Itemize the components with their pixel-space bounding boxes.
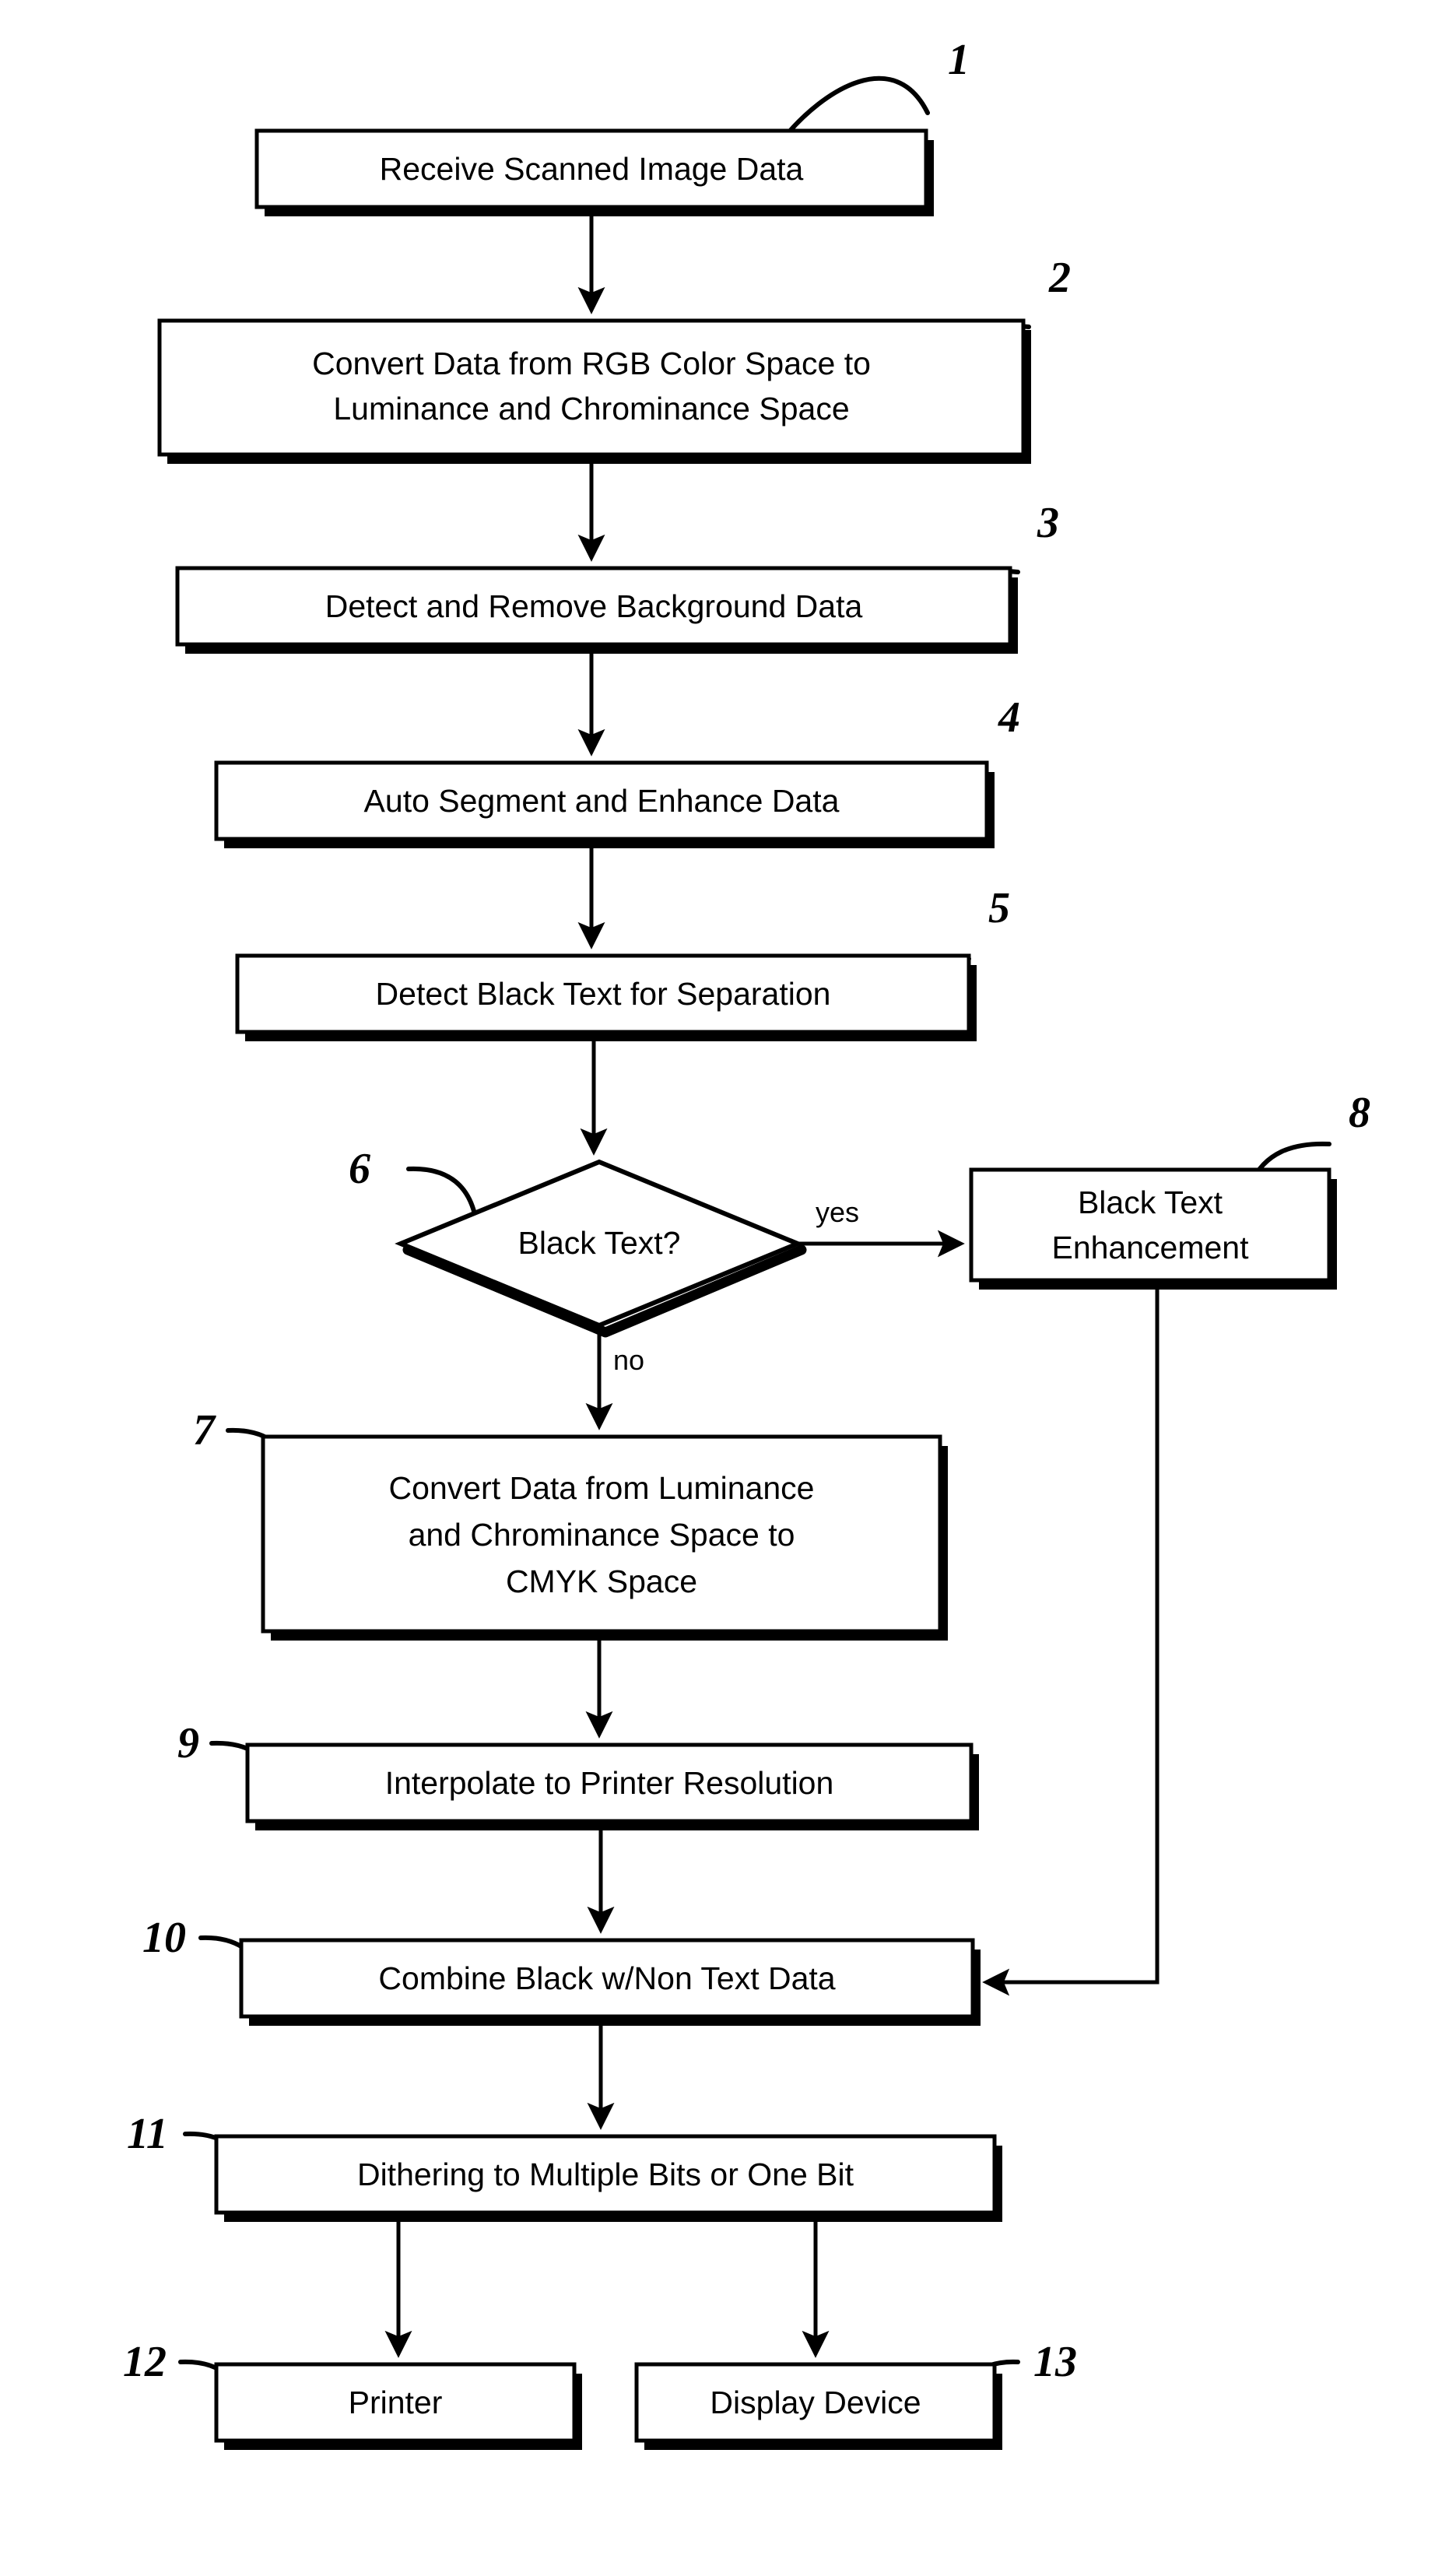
node-dithering-to-multiple-bits-or-one-bit[interactable]: Dithering to Multiple Bits or One Bit (214, 2134, 1002, 2222)
node-combine-black-with-non-text-data[interactable]: Combine Black w/Non Text Data (239, 1938, 981, 2026)
node-label-7b: and Chrominance Space to (409, 1517, 795, 1553)
ref-number-4: 4 (998, 693, 1020, 742)
node-label-13: Display Device (710, 2385, 921, 2420)
node-label-7a: Convert Data from Luminance (389, 1470, 815, 1506)
ref-number-9: 9 (177, 1719, 199, 1767)
ref-number-3: 3 (1037, 499, 1059, 547)
node-label-6: Black Text? (518, 1225, 681, 1261)
node-label-2a: Convert Data from RGB Color Space to (312, 346, 871, 381)
flowchart-diagram: Receive Scanned Image Data Convert Data … (123, 36, 1370, 2450)
node-detect-black-text-for-separation[interactable]: Detect Black Text for Separation (235, 953, 977, 1041)
node-label-2b: Luminance and Chrominance Space (333, 391, 849, 426)
ref-number-5: 5 (988, 884, 1010, 932)
node-black-text-enhancement[interactable]: Black Text Enhancement (969, 1167, 1337, 1290)
ref-number-7: 7 (193, 1406, 216, 1455)
node-label-8b: Enhancement (1051, 1230, 1249, 1265)
node-display-device[interactable]: Display Device (634, 2362, 1002, 2450)
node-convert-rgb-to-luminance-chrominance[interactable]: Convert Data from RGB Color Space to Lum… (157, 318, 1031, 464)
node-label-5: Detect Black Text for Separation (376, 976, 831, 1012)
node-receive-scanned-image-data[interactable]: Receive Scanned Image Data (254, 128, 934, 216)
ref-number-2: 2 (1048, 254, 1071, 302)
conn-8-to-10-feedback (982, 1280, 1160, 1996)
node-detect-remove-background-data[interactable]: Detect and Remove Background Data (175, 566, 1018, 654)
no-label: no (613, 1344, 644, 1376)
node-auto-segment-enhance-data[interactable]: Auto Segment and Enhance Data (214, 760, 995, 848)
node-label-10: Combine Black w/Non Text Data (378, 1960, 835, 1996)
node-label-3: Detect and Remove Background Data (325, 588, 863, 624)
ref-number-13: 13 (1033, 2338, 1077, 2386)
node-label-1: Receive Scanned Image Data (380, 151, 804, 187)
ref-number-12: 12 (123, 2338, 167, 2386)
node-convert-luminance-chrominance-to-cmyk[interactable]: Convert Data from Luminance and Chromina… (261, 1434, 948, 1641)
node-printer[interactable]: Printer (214, 2362, 582, 2450)
node-label-9: Interpolate to Printer Resolution (385, 1765, 834, 1801)
ref-number-1: 1 (948, 36, 970, 84)
patent-figure: Receive Scanned Image Data Convert Data … (0, 0, 1456, 2576)
node-label-8a: Black Text (1078, 1184, 1223, 1220)
yes-label: yes (816, 1196, 859, 1228)
node-label-11: Dithering to Multiple Bits or One Bit (357, 2157, 854, 2192)
ref-number-6: 6 (349, 1145, 370, 1193)
ref-number-11: 11 (127, 2110, 168, 2158)
ref-number-8: 8 (1349, 1089, 1370, 1137)
node-label-12: Printer (349, 2385, 443, 2420)
node-label-7c: CMYK Space (506, 1563, 697, 1599)
node-interpolate-to-printer-resolution[interactable]: Interpolate to Printer Resolution (245, 1742, 979, 1830)
ref-number-10: 10 (142, 1914, 186, 1962)
leader-6 (406, 1166, 477, 1216)
node-label-4: Auto Segment and Enhance Data (364, 783, 840, 819)
